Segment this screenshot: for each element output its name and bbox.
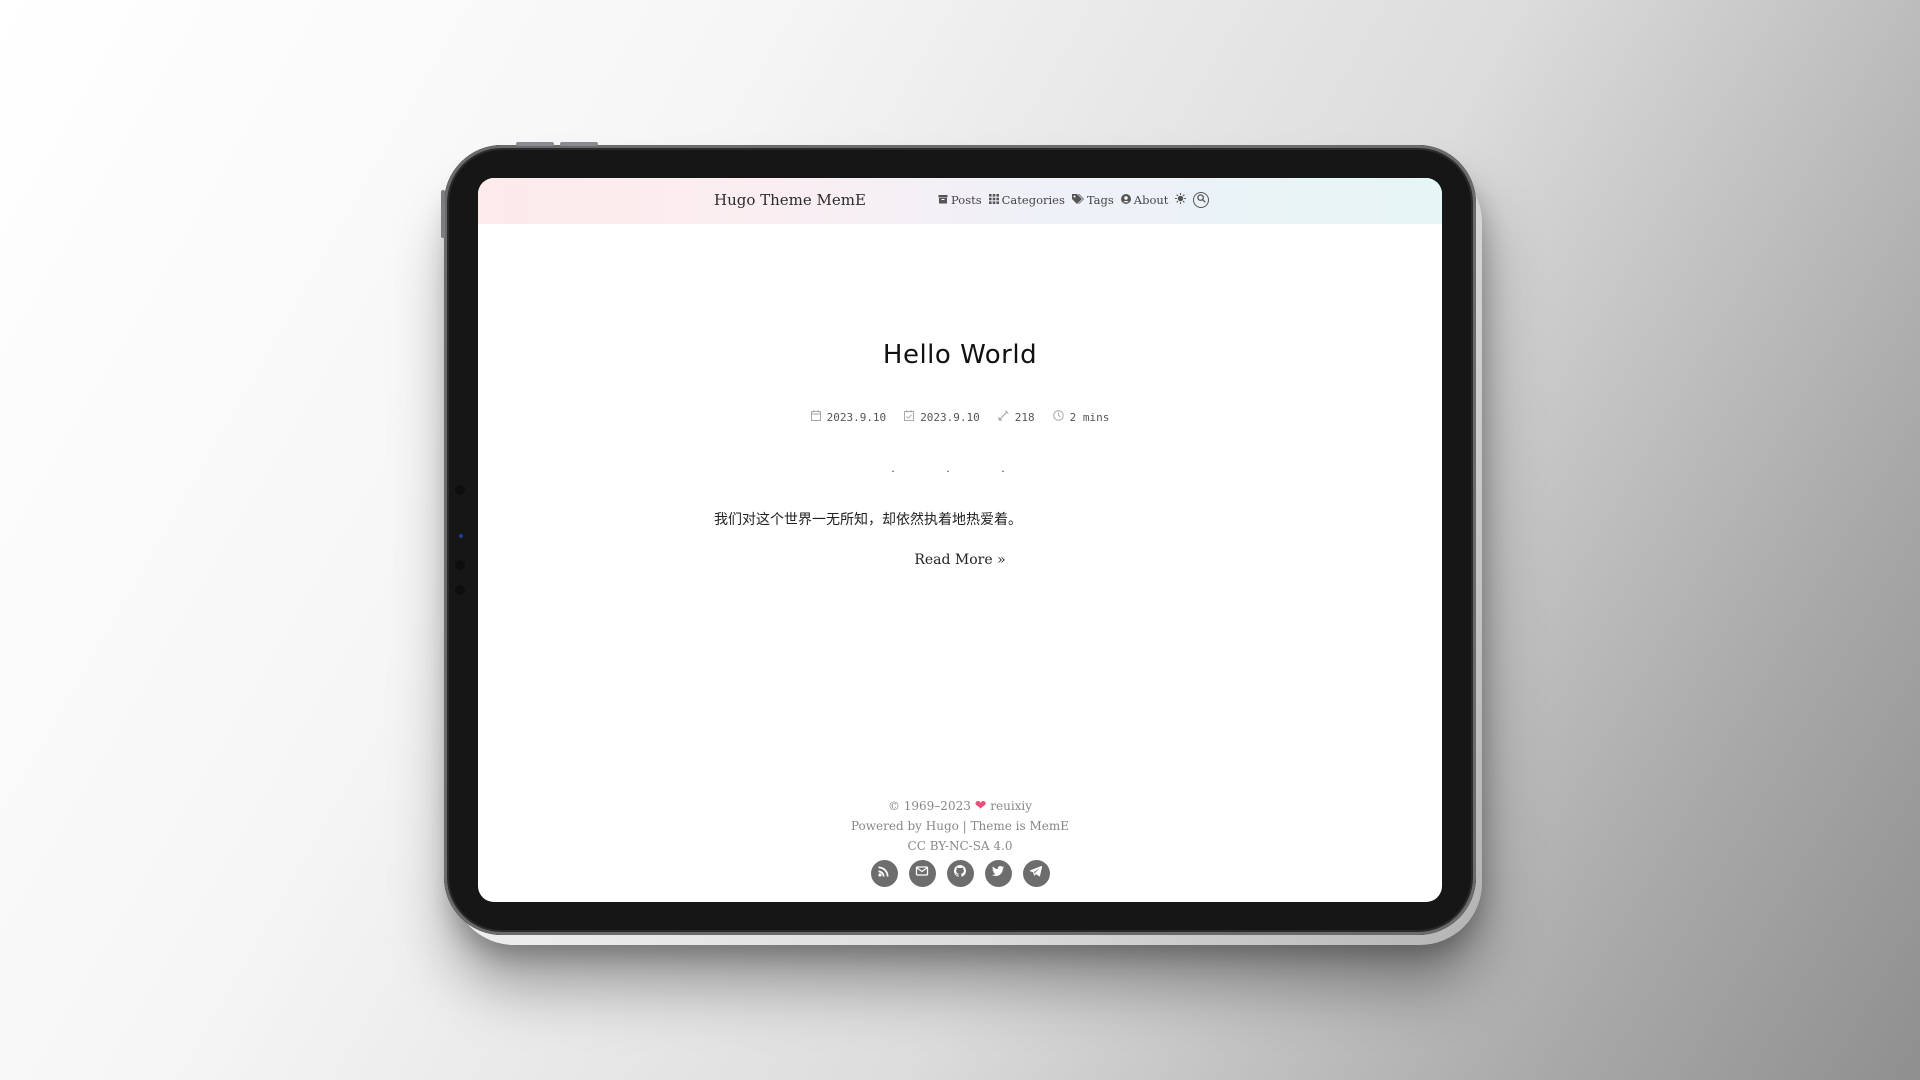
social-links xyxy=(478,860,1442,887)
archive-icon xyxy=(938,194,948,207)
device-volume-button xyxy=(516,142,554,146)
device-sensor xyxy=(455,485,465,495)
sun-icon xyxy=(1175,193,1187,207)
nav-label: About xyxy=(1133,193,1169,207)
main-nav: Posts Categories Tags About xyxy=(938,192,1210,208)
device-sensor xyxy=(455,585,465,595)
author-link[interactable]: reuixiy xyxy=(990,799,1032,813)
device-sensor xyxy=(455,560,465,570)
copyright-text: © 1969–2023 xyxy=(887,799,971,813)
site-header: Hugo Theme MemE Posts Categories Tags Ab… xyxy=(478,178,1442,224)
license-link[interactable]: CC BY-NC-SA 4.0 xyxy=(478,836,1442,856)
published-date-value: 2023.9.10 xyxy=(826,410,887,424)
nav-label: Categories xyxy=(1001,193,1065,207)
nav-label: Tags xyxy=(1086,193,1114,207)
updated-date-value: 2023.9.10 xyxy=(920,410,980,424)
grid-icon xyxy=(988,193,999,207)
email-button[interactable] xyxy=(908,860,936,887)
twitter-button[interactable] xyxy=(984,860,1012,887)
powered-by[interactable]: Powered by Hugo | Theme is MemE xyxy=(478,816,1442,836)
read-time-value: 2 mins xyxy=(1069,410,1110,424)
pencil-icon xyxy=(998,410,1009,424)
word-count-value: 218 xyxy=(1014,410,1035,424)
calendar-check-icon xyxy=(904,410,915,424)
published-date: 2023.9.10 xyxy=(810,410,887,424)
browser-screen: Hugo Theme MemE Posts Categories Tags Ab… xyxy=(478,178,1442,902)
device-side-button xyxy=(441,190,445,238)
word-count: 218 xyxy=(998,410,1035,424)
site-footer: © 1969–2023 ❤ reuixiy Powered by Hugo | … xyxy=(478,796,1442,856)
post-excerpt: 我们对这个世界一无所知，却依然执着地热爱着。 xyxy=(714,512,1022,528)
github-button[interactable] xyxy=(946,860,974,887)
nav-label: Posts xyxy=(951,193,982,207)
telegram-button[interactable] xyxy=(1022,860,1050,887)
read-more-link[interactable]: Read More » xyxy=(914,552,1005,568)
mail-icon xyxy=(915,864,929,883)
nav-item-posts[interactable]: Posts xyxy=(938,193,982,207)
post-title[interactable]: Hello World xyxy=(478,340,1442,370)
calendar-icon xyxy=(810,410,821,424)
rss-button[interactable] xyxy=(870,860,898,887)
nav-item-about[interactable]: About xyxy=(1120,193,1169,207)
site-title[interactable]: Hugo Theme MemE xyxy=(714,191,866,209)
updated-date: 2023.9.10 xyxy=(904,410,980,424)
nav-item-categories[interactable]: Categories xyxy=(988,193,1065,207)
theme-toggle-button[interactable] xyxy=(1175,193,1187,207)
device-camera xyxy=(459,534,463,538)
device-volume-button xyxy=(560,142,598,146)
clock-icon xyxy=(1052,410,1064,424)
post-meta: 2023.9.10 2023.9.10 218 2 mins xyxy=(478,410,1442,424)
rss-icon xyxy=(877,864,891,883)
tags-icon xyxy=(1071,193,1084,207)
search-icon xyxy=(1197,194,1206,206)
heart-icon: ❤ xyxy=(974,798,987,814)
search-button[interactable] xyxy=(1193,192,1210,208)
section-divider: · · · xyxy=(891,464,1029,478)
telegram-icon xyxy=(1029,864,1043,883)
read-more-container: Read More » xyxy=(478,552,1442,568)
github-icon xyxy=(953,864,967,883)
twitter-icon xyxy=(991,864,1005,883)
copyright-line: © 1969–2023 ❤ reuixiy xyxy=(478,796,1442,816)
user-circle-icon xyxy=(1120,193,1131,207)
nav-item-tags[interactable]: Tags xyxy=(1071,193,1114,207)
read-time: 2 mins xyxy=(1052,410,1110,424)
